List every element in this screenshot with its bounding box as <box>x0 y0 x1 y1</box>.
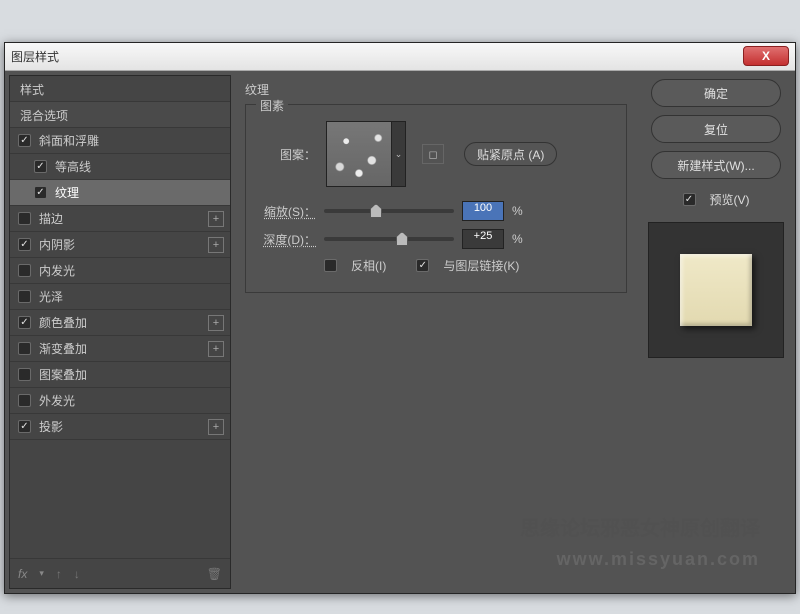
pattern-swatch <box>326 121 392 187</box>
style-item-label: 内发光 <box>39 262 75 279</box>
checkbox-icon <box>324 259 337 272</box>
link-with-layer-checkbox[interactable]: 与图层链接(K) <box>416 257 519 274</box>
slider-thumb-icon[interactable] <box>370 204 382 218</box>
style-item-inner-glow[interactable]: 内发光 <box>10 258 230 284</box>
pattern-label: 图案： <box>280 146 316 163</box>
invert-checkbox[interactable]: 反相(I) <box>324 257 386 274</box>
actions-panel: 确定 复位 新建样式(W)... 预览(V) <box>641 75 791 589</box>
checkbox-icon <box>416 259 429 272</box>
styles-list-panel: 样式 混合选项 斜面和浮雕 等高线 纹理 描边 + 内阴影 <box>9 75 231 589</box>
chevron-down-icon[interactable]: ⌄ <box>392 121 406 187</box>
checkbox-icon[interactable] <box>34 186 47 199</box>
add-effect-icon[interactable]: + <box>208 315 224 331</box>
style-item-label: 光泽 <box>39 288 63 305</box>
scale-row: 缩放(S)： 100 % <box>260 201 612 221</box>
preview-swatch <box>680 254 752 326</box>
style-item-pattern-overlay[interactable]: 图案叠加 <box>10 362 230 388</box>
dialog-title: 图层样式 <box>11 48 59 65</box>
depth-slider[interactable] <box>324 237 454 241</box>
pattern-row: 图案： ⌄ ◻ 贴紧原点 (A) <box>260 121 612 187</box>
fx-menu-icon[interactable]: fx <box>18 567 27 581</box>
styles-footer: fx▾ ↑ ↓ 🗑 <box>10 558 230 588</box>
arrow-up-icon[interactable]: ↑ <box>56 567 62 581</box>
style-item-label: 内阴影 <box>39 236 75 253</box>
add-effect-icon[interactable]: + <box>208 237 224 253</box>
percent-label: % <box>512 204 523 218</box>
style-item-drop-shadow[interactable]: 投影 + <box>10 414 230 440</box>
scale-slider[interactable] <box>324 209 454 213</box>
depth-row: 深度(D)： +25 % <box>260 229 612 249</box>
style-item-satin[interactable]: 光泽 <box>10 284 230 310</box>
section-title: 纹理 <box>245 81 627 98</box>
checkbox-icon[interactable] <box>18 368 31 381</box>
style-item-label: 颜色叠加 <box>39 314 87 331</box>
checkbox-icon[interactable] <box>18 290 31 303</box>
percent-label: % <box>512 232 523 246</box>
depth-input[interactable]: +25 <box>462 229 504 249</box>
add-effect-icon[interactable]: + <box>208 341 224 357</box>
scale-label: 缩放(S)： <box>260 203 316 220</box>
preview-checkbox[interactable]: 预览(V) <box>683 191 750 208</box>
style-item-bevel[interactable]: 斜面和浮雕 <box>10 128 230 154</box>
pattern-picker[interactable]: ⌄ <box>326 121 406 187</box>
add-effect-icon[interactable]: + <box>208 419 224 435</box>
style-item-label: 渐变叠加 <box>39 340 87 357</box>
style-item-outer-glow[interactable]: 外发光 <box>10 388 230 414</box>
scale-input[interactable]: 100 <box>462 201 504 221</box>
style-item-texture[interactable]: 纹理 <box>10 180 230 206</box>
checkbox-icon[interactable] <box>18 342 31 355</box>
checkbox-icon <box>683 193 696 206</box>
dialog-body: 样式 混合选项 斜面和浮雕 等高线 纹理 描边 + 内阴影 <box>5 71 795 593</box>
titlebar[interactable]: 图层样式 X <box>5 43 795 71</box>
close-icon: X <box>762 49 770 63</box>
trash-icon[interactable]: 🗑 <box>207 567 222 581</box>
checkbox-icon[interactable] <box>18 316 31 329</box>
settings-panel: 纹理 图素 图案： ⌄ ◻ 贴紧原点 (A) 缩放(S)： <box>235 75 637 589</box>
style-item-label: 纹理 <box>55 184 79 201</box>
style-item-inner-shadow[interactable]: 内阴影 + <box>10 232 230 258</box>
options-row: 反相(I) 与图层链接(K) <box>260 257 612 274</box>
style-item-label: 投影 <box>39 418 63 435</box>
style-item-label: 等高线 <box>55 158 91 175</box>
style-item-color-overlay[interactable]: 颜色叠加 + <box>10 310 230 336</box>
add-effect-icon[interactable]: + <box>208 211 224 227</box>
style-item-label: 描边 <box>39 210 63 227</box>
checkbox-icon[interactable] <box>18 134 31 147</box>
preview-box <box>648 222 784 358</box>
depth-label: 深度(D)： <box>260 231 316 248</box>
style-item-label: 外发光 <box>39 392 75 409</box>
fieldset-legend: 图素 <box>256 97 288 114</box>
styles-header[interactable]: 样式 <box>10 76 230 102</box>
blending-options-header[interactable]: 混合选项 <box>10 102 230 128</box>
ok-button[interactable]: 确定 <box>651 79 781 107</box>
elements-fieldset: 图素 图案： ⌄ ◻ 贴紧原点 (A) 缩放(S)： <box>245 104 627 293</box>
style-item-contour[interactable]: 等高线 <box>10 154 230 180</box>
checkbox-icon[interactable] <box>18 238 31 251</box>
snap-to-origin-button[interactable]: 贴紧原点 (A) <box>464 142 557 166</box>
style-item-label: 斜面和浮雕 <box>39 132 99 149</box>
checkbox-icon[interactable] <box>18 394 31 407</box>
close-button[interactable]: X <box>743 46 789 66</box>
style-item-gradient-overlay[interactable]: 渐变叠加 + <box>10 336 230 362</box>
slider-thumb-icon[interactable] <box>396 232 408 246</box>
new-style-button[interactable]: 新建样式(W)... <box>651 151 781 179</box>
style-item-stroke[interactable]: 描边 + <box>10 206 230 232</box>
checkbox-icon[interactable] <box>18 264 31 277</box>
checkbox-icon[interactable] <box>18 420 31 433</box>
reset-button[interactable]: 复位 <box>651 115 781 143</box>
checkbox-icon[interactable] <box>18 212 31 225</box>
layer-style-dialog: 图层样式 X 样式 混合选项 斜面和浮雕 等高线 纹理 描边 <box>4 42 796 594</box>
checkbox-icon[interactable] <box>34 160 47 173</box>
arrow-down-icon[interactable]: ↓ <box>74 567 80 581</box>
style-item-label: 图案叠加 <box>39 366 87 383</box>
create-pattern-icon[interactable]: ◻ <box>422 144 444 164</box>
